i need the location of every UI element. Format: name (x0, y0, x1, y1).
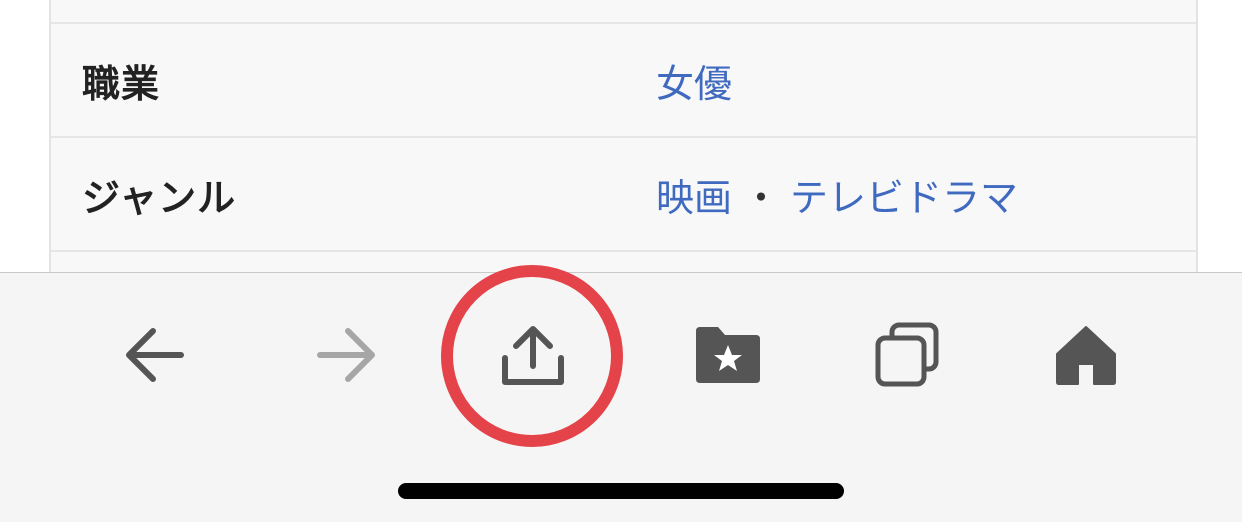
folder-star-icon (696, 327, 760, 383)
home-icon (1056, 326, 1116, 385)
arrow-right-icon (317, 328, 375, 382)
share-upload-icon (502, 326, 564, 385)
infobox-table: 職業 女優 ジャンル 映画 ・ テレビドラマ (49, 0, 1198, 292)
bottom-toolbar (0, 265, 1242, 522)
home-indicator-bar[interactable] (398, 483, 844, 499)
link-tv-drama[interactable]: テレビドラマ (790, 167, 1018, 222)
tabs-button[interactable] (857, 313, 957, 397)
row-label-genre: ジャンル (82, 175, 237, 220)
link-film[interactable]: 映画 (656, 167, 732, 222)
share-button[interactable] (483, 313, 583, 397)
home-button[interactable] (1036, 313, 1136, 397)
forward-button[interactable] (296, 313, 396, 397)
table-row-genre: ジャンル 映画 ・ テレビドラマ (51, 138, 1196, 252)
back-button[interactable] (105, 313, 205, 397)
table-row (51, 0, 1196, 24)
arrow-left-icon (126, 328, 184, 382)
table-row-occupation: 職業 女優 (51, 24, 1196, 138)
row-label-occupation: 職業 (82, 61, 161, 106)
value-separator: ・ (742, 175, 781, 220)
link-actress[interactable]: 女優 (656, 53, 732, 108)
tabs-icon (875, 322, 939, 387)
bookmarks-button[interactable] (678, 313, 778, 397)
browser-screen: 職業 女優 ジャンル 映画 ・ テレビドラマ (0, 0, 1242, 522)
row-value-occupation: 女優 (656, 24, 732, 136)
row-value-genre: 映画 ・ テレビドラマ (656, 138, 1018, 250)
